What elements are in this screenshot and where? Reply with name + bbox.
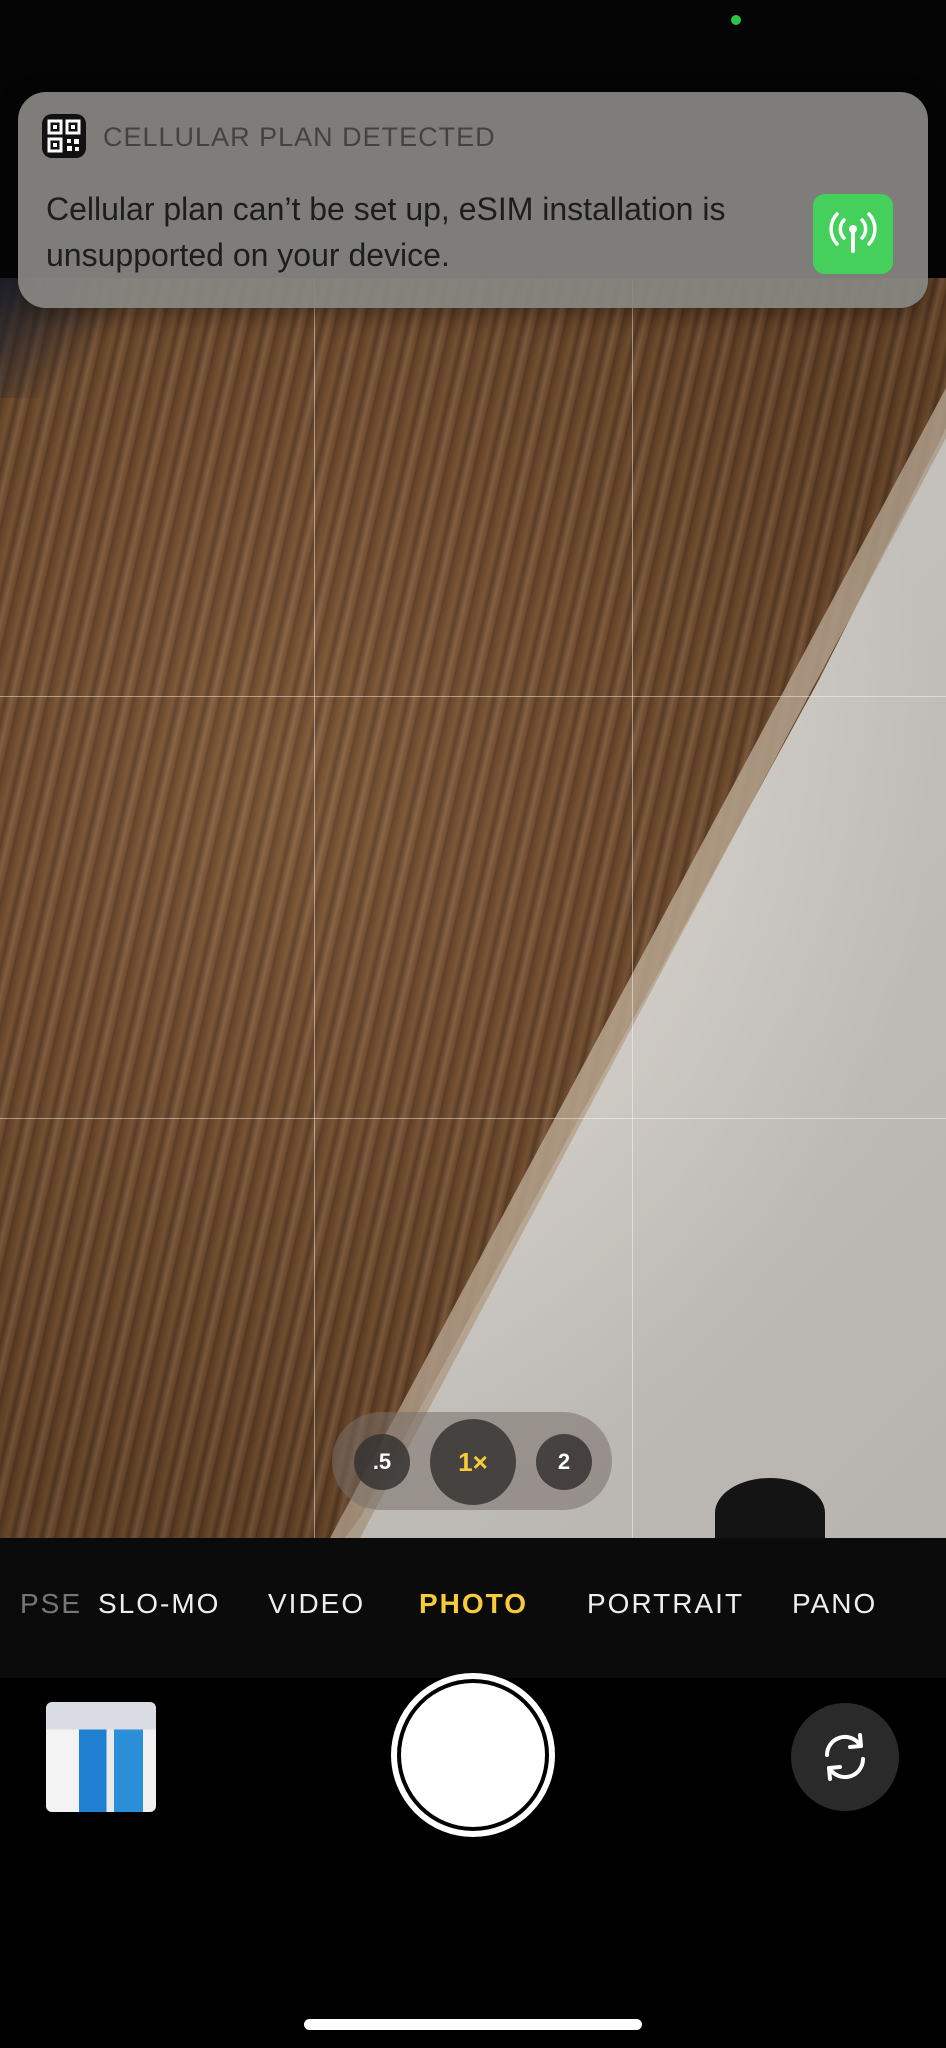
grid-line xyxy=(632,278,633,1538)
camera-flip-button[interactable] xyxy=(791,1703,899,1811)
mode-pano[interactable]: PANO xyxy=(792,1588,877,1620)
grid-line xyxy=(0,696,946,697)
zoom-2-button[interactable]: 2 xyxy=(536,1434,592,1490)
notification-banner[interactable]: CELLULAR PLAN DETECTED Cellular plan can… xyxy=(18,92,928,308)
zoom-1x-button[interactable]: 1× xyxy=(430,1419,516,1505)
camera-flip-icon xyxy=(824,1733,866,1781)
grid-line xyxy=(0,1118,946,1119)
notification-title: CELLULAR PLAN DETECTED xyxy=(103,122,496,152)
mode-time-lapse[interactable]: PSE xyxy=(20,1588,82,1620)
shutter-icon[interactable] xyxy=(401,1683,545,1827)
mode-slo-mo[interactable]: SLO-MO xyxy=(98,1588,220,1620)
qr-code-icon xyxy=(42,114,86,158)
grid-line xyxy=(314,278,315,1538)
camera-in-use-indicator xyxy=(731,15,741,25)
home-indicator[interactable] xyxy=(304,2019,642,2030)
mode-portrait[interactable]: PORTRAIT xyxy=(587,1588,744,1620)
mode-video[interactable]: VIDEO xyxy=(268,1588,365,1620)
last-photo-thumbnail[interactable] xyxy=(46,1702,156,1812)
notification-body: Cellular plan can’t be set up, eSIM inst… xyxy=(46,191,726,273)
cellular-antenna-icon xyxy=(813,194,893,274)
camera-viewfinder[interactable] xyxy=(0,278,946,1538)
mode-photo[interactable]: PHOTO xyxy=(419,1588,528,1620)
zoom-0-5-button[interactable]: .5 xyxy=(354,1434,410,1490)
